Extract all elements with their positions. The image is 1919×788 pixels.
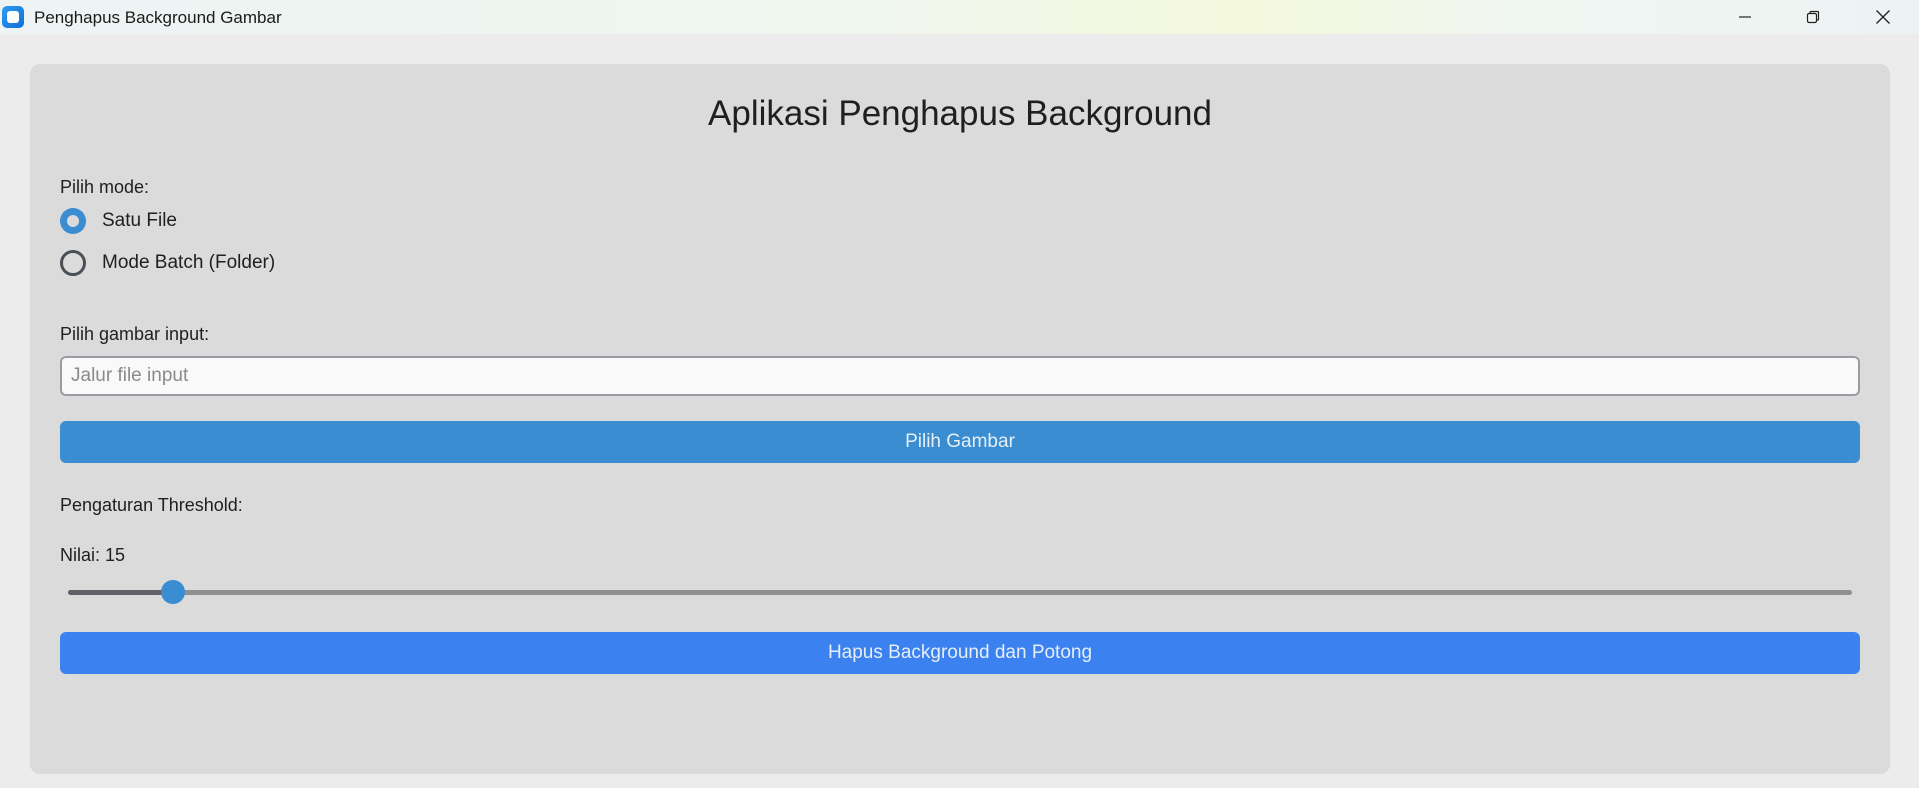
input-label: Pilih gambar input: (60, 324, 210, 344)
app-icon (2, 6, 24, 28)
mode-label: Pilih mode: (60, 177, 150, 197)
pick-image-button[interactable]: Pilih Gambar (60, 421, 1860, 463)
slider-fill (68, 590, 173, 595)
file-path-input[interactable] (60, 356, 1860, 396)
threshold-label: Pengaturan Threshold: (60, 495, 243, 515)
close-icon (1876, 10, 1890, 24)
restore-button[interactable] (1778, 0, 1848, 34)
window-title: Penghapus Background Gambar (34, 8, 282, 27)
radio-single-file[interactable]: Satu File (60, 208, 177, 234)
radio-checked-icon[interactable] (60, 208, 86, 234)
minimize-button[interactable] (1710, 0, 1780, 34)
remove-background-button[interactable]: Hapus Background dan Potong (60, 632, 1860, 674)
radio-single-file-label[interactable]: Satu File (102, 210, 177, 232)
close-button[interactable] (1848, 0, 1918, 34)
main-panel: Aplikasi Penghapus Background Pilih mode… (30, 64, 1890, 774)
threshold-slider[interactable] (68, 580, 1852, 604)
slider-track[interactable] (68, 590, 1852, 595)
radio-batch-folder[interactable]: Mode Batch (Folder) (60, 250, 275, 276)
radio-batch-folder-label[interactable]: Mode Batch (Folder) (102, 252, 275, 274)
threshold-value-label: Nilai: 15 (60, 545, 126, 565)
page-title: Aplikasi Penghapus Background (708, 94, 1212, 133)
restore-icon (1806, 10, 1820, 24)
title-bar: Penghapus Background Gambar (0, 0, 1919, 34)
slider-thumb[interactable] (161, 580, 185, 604)
radio-unchecked-icon[interactable] (60, 250, 86, 276)
minimize-icon (1739, 16, 1751, 18)
